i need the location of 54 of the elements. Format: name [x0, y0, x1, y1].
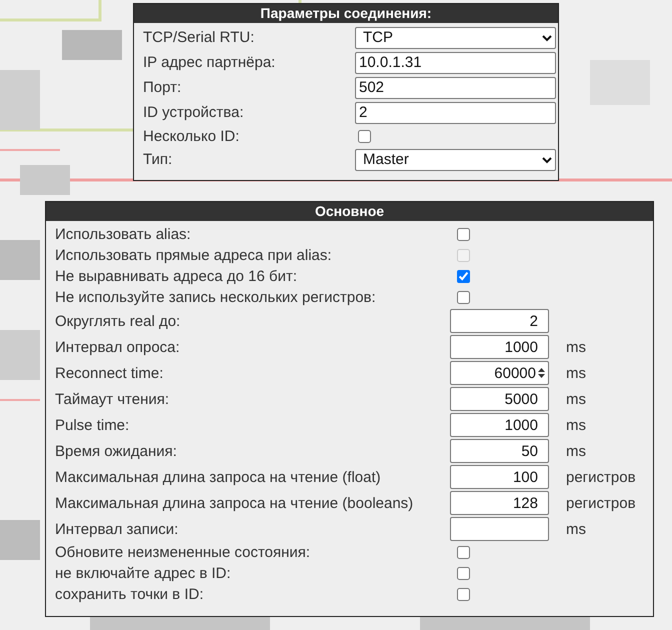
checkbox[interactable] [457, 567, 470, 580]
unit-label: регистров [566, 468, 636, 486]
dropdown-field[interactable]: TCP [355, 26, 556, 48]
number-field[interactable]: 5000 [450, 387, 549, 411]
unit-label: ms [566, 390, 586, 408]
field-label: Максимальная длина запроса на чтение (booleans) [55, 494, 414, 512]
field-label: Интервал опроса: [55, 338, 181, 356]
field-label: Порт: [143, 79, 182, 96]
number-field[interactable]: 2 [450, 309, 549, 333]
unit-label: ms [566, 364, 586, 382]
field-label: не включайте адрес в ID: [55, 565, 232, 582]
number-field[interactable]: 1000 [450, 335, 549, 359]
checkbox[interactable] [358, 130, 371, 142]
unit-label: ms [566, 338, 586, 356]
panel-title: Параметры соединения: [134, 4, 558, 23]
spinner-icon[interactable] [537, 366, 546, 380]
field-label: Reconnect time: [55, 364, 164, 382]
checkbox[interactable] [457, 588, 470, 601]
field-label: Несколько ID: [143, 128, 240, 144]
input-field[interactable]: 10.0.1.31 [355, 52, 556, 74]
number-field[interactable]: 100 [450, 465, 549, 489]
field-label: Использовать alias: [55, 226, 192, 243]
input-field[interactable]: 2 [355, 102, 556, 124]
unit-label: ms [566, 442, 586, 460]
field-label: Не выравнивать адреса до 16 бит: [55, 268, 298, 285]
checkbox[interactable] [457, 546, 470, 559]
field-label: Pulse time: [55, 416, 130, 434]
dropdown-field[interactable]: Master [355, 148, 556, 170]
unit-label: регистров [566, 494, 636, 512]
field-label: Интервал записи: [55, 520, 180, 538]
field-label: Округлять real до: [55, 312, 182, 330]
field-label: IP адрес партнёра: [143, 54, 276, 71]
number-field[interactable] [450, 517, 549, 541]
number-field[interactable]: 128 [450, 491, 549, 515]
number-field[interactable]: 1000 [450, 413, 549, 437]
field-label: ID устройства: [143, 104, 245, 121]
number-field[interactable]: 50 [450, 439, 549, 463]
unit-label: ms [566, 416, 586, 434]
field-label: Таймаут чтения: [55, 390, 170, 408]
checkbox[interactable] [457, 270, 470, 283]
checkbox[interactable] [457, 291, 470, 304]
field-label: Использовать прямые адреса при alias: [55, 247, 333, 264]
field-label: Обновите неизмененные состояния: [55, 544, 312, 561]
field-label: Тип: [143, 151, 174, 168]
unit-label: ms [566, 520, 586, 538]
panel-title: Основное [46, 202, 653, 221]
input-field[interactable]: 502 [355, 76, 556, 98]
number-field[interactable]: 60000 [450, 361, 549, 385]
checkbox[interactable] [457, 228, 470, 241]
field-label: Не используйте запись нескольких регистров: [55, 289, 377, 306]
field-label: Время ожидания: [55, 442, 178, 460]
field-label: сохранить точки в ID: [55, 586, 204, 603]
field-label: Максимальная длина запроса на чтение (float) [55, 468, 382, 486]
field-label: TCP/Serial RTU: [143, 29, 256, 46]
